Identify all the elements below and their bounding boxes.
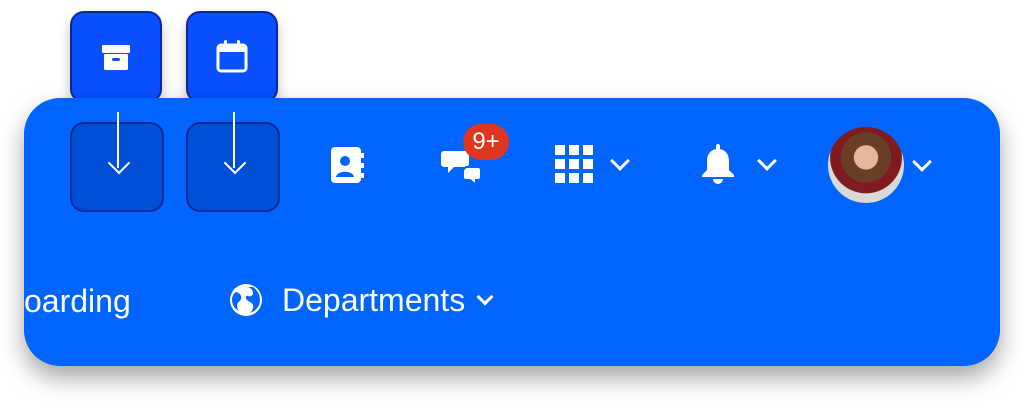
chevron-down-icon bbox=[757, 151, 777, 171]
chevron-down-icon bbox=[476, 288, 494, 306]
notifications-button[interactable] bbox=[700, 144, 777, 184]
archive-button[interactable] bbox=[70, 11, 162, 103]
departments-label: Departments bbox=[282, 282, 466, 318]
departments-nav[interactable]: Departments bbox=[228, 280, 494, 320]
contacts-button[interactable] bbox=[327, 145, 367, 185]
avatar[interactable] bbox=[828, 127, 904, 203]
bell-icon bbox=[702, 144, 734, 184]
chat-badge: 9+ bbox=[463, 124, 509, 160]
chevron-down-icon bbox=[610, 151, 630, 171]
globe-icon bbox=[230, 284, 262, 316]
calendar-icon bbox=[216, 40, 248, 73]
nav-item-partial[interactable]: oarding bbox=[24, 281, 131, 321]
apps-menu-button[interactable] bbox=[555, 145, 630, 183]
calendar-button[interactable] bbox=[186, 11, 278, 103]
grid-icon bbox=[555, 145, 593, 183]
address-book-icon bbox=[331, 147, 364, 183]
archive-icon bbox=[102, 45, 130, 70]
